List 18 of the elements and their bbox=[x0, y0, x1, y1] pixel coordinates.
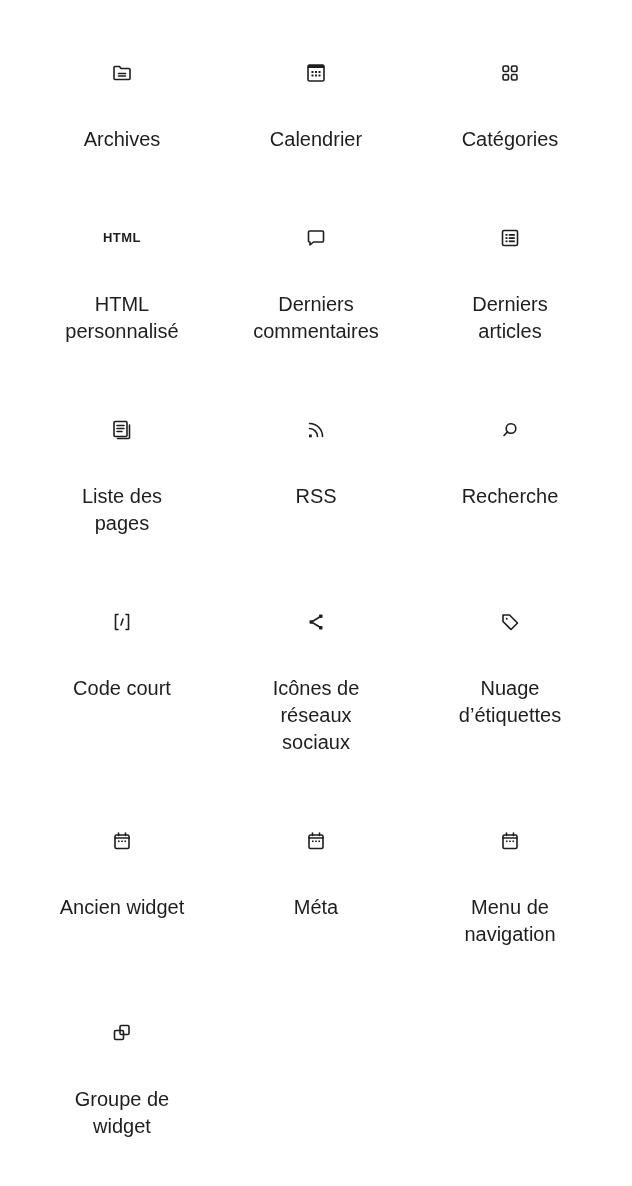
widget-label: Catégories bbox=[461, 127, 559, 152]
calendar-icon bbox=[304, 61, 328, 85]
widget-label: Recherche bbox=[461, 484, 559, 509]
widget-label: Archives bbox=[83, 127, 161, 152]
html-icon: HTML bbox=[102, 231, 142, 245]
widget-label: Liste des pages bbox=[81, 484, 163, 536]
widget-label: Nuage d’étiquettes bbox=[458, 676, 562, 728]
widget-label: Méta bbox=[293, 895, 339, 920]
widget-label: Ancien widget bbox=[59, 895, 185, 920]
widget-label: Calendrier bbox=[269, 127, 363, 152]
widget-label: RSS bbox=[295, 484, 337, 509]
widget-label: Groupe de widget bbox=[74, 1087, 170, 1139]
widget-label: Icônes de réseaux sociaux bbox=[272, 676, 360, 755]
widget-label: Derniers commentaires bbox=[253, 292, 379, 344]
widget-label: Derniers articles bbox=[472, 292, 548, 344]
widget-label: HTML personnalisé bbox=[65, 292, 179, 344]
widget-label: Code court bbox=[73, 676, 171, 701]
widget-label: Menu de navigation bbox=[464, 895, 556, 947]
